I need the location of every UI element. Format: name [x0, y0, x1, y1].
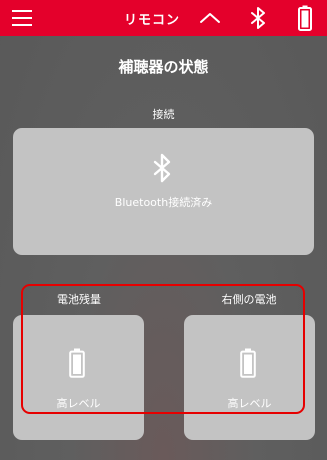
connection-label: 接続 [152, 108, 175, 121]
hamburger-menu-icon[interactable] [12, 10, 32, 26]
battery-highlight-frame [21, 284, 305, 414]
page-title: 補聴器の状態 [118, 58, 209, 76]
bluetooth-icon[interactable] [249, 6, 267, 30]
app-title: リモコン [124, 13, 181, 28]
app-header: リモコン [0, 0, 327, 36]
connection-card[interactable] [13, 128, 314, 255]
remote-control-screen: リモコン 補聴器の状態 接続 Bluetooth接続済み 電池残量 右側の電池 [0, 0, 327, 460]
bluetooth-icon [153, 153, 171, 183]
chevron-up-icon[interactable] [199, 11, 221, 25]
battery-full-icon[interactable] [298, 5, 312, 31]
connection-status: Bluetooth接続済み [114, 196, 213, 209]
